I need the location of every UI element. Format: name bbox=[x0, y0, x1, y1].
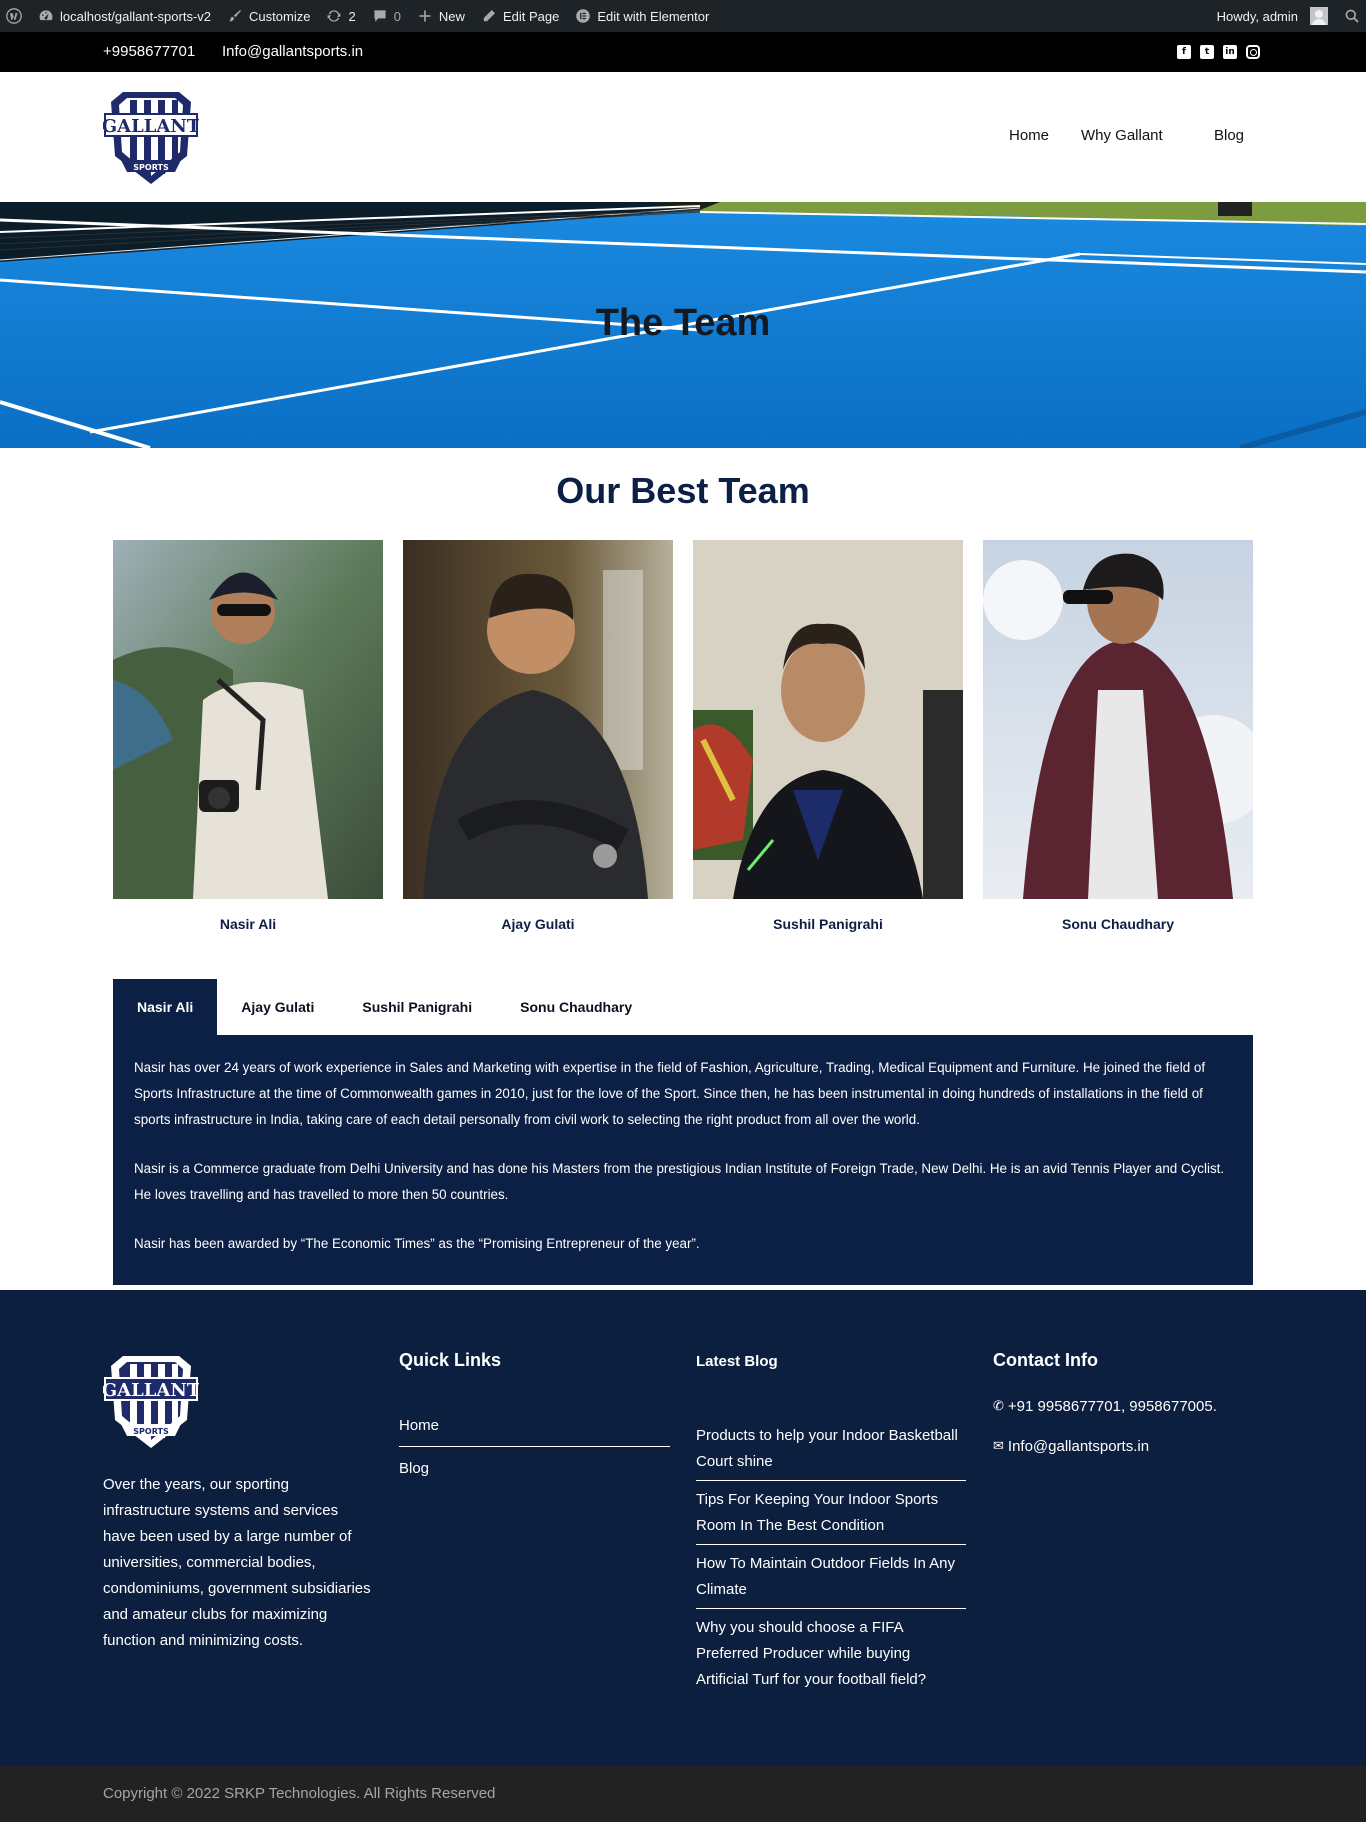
bio-paragraph: Nasir is a Commerce graduate from Delhi … bbox=[134, 1161, 1225, 1202]
linkedin-icon[interactable]: in bbox=[1223, 45, 1237, 59]
latest-blog-heading: Latest Blog bbox=[696, 1353, 778, 1370]
footer-email[interactable]: ✉ Info@gallantsports.in bbox=[993, 1438, 1253, 1455]
elementor-icon bbox=[575, 8, 591, 24]
wordpress-icon bbox=[6, 8, 22, 24]
search-icon bbox=[1344, 8, 1360, 24]
avatar bbox=[1310, 7, 1328, 25]
blog-post-link[interactable]: Products to help your Indoor Basketball … bbox=[696, 1417, 966, 1480]
social-links: f t in bbox=[1177, 45, 1260, 59]
footer-phone[interactable]: ✆ +91 9958677701, 9958677005. bbox=[993, 1398, 1253, 1415]
tab-nasir-ali[interactable]: Nasir Ali bbox=[113, 979, 218, 1035]
team-tabs: Nasir Ali Ajay Gulati Sushil Panigrahi S… bbox=[113, 979, 656, 1035]
blog-post-link[interactable]: Why you should choose a FIFA Preferred P… bbox=[696, 1609, 966, 1698]
team-photo-sushil-panigrahi bbox=[693, 540, 963, 899]
howdy-label: Howdy, admin bbox=[1216, 8, 1298, 24]
edit-page-link[interactable]: Edit Page bbox=[473, 0, 567, 32]
comments-count: 0 bbox=[393, 8, 401, 24]
phone-icon: ✆ bbox=[993, 1399, 1004, 1414]
updates-count: 2 bbox=[348, 8, 356, 24]
team-name-ajay-gulati: Ajay Gulati bbox=[501, 916, 575, 932]
topbar-email[interactable]: Info@gallantsports.in bbox=[222, 43, 363, 60]
footer-link-home[interactable]: Home bbox=[399, 1404, 670, 1446]
footer-logo[interactable]: GALLANT SPORTS bbox=[103, 1350, 199, 1452]
dashboard-icon bbox=[38, 8, 54, 24]
plus-icon bbox=[417, 8, 433, 24]
team-name-nasir-ali: Nasir Ali bbox=[219, 916, 277, 932]
team-photo-nasir-ali bbox=[113, 540, 383, 899]
updates-icon bbox=[326, 8, 342, 24]
blog-post-link[interactable]: How To Maintain Outdoor Fields In Any Cl… bbox=[696, 1545, 966, 1608]
edit-elementor-label: Edit with Elementor bbox=[597, 8, 710, 24]
bio-paragraph: Nasir has over 24 years of work experien… bbox=[134, 1060, 1206, 1127]
facebook-icon[interactable]: f bbox=[1177, 45, 1191, 59]
envelope-icon: ✉ bbox=[993, 1439, 1004, 1454]
comment-icon bbox=[372, 8, 388, 24]
twitter-icon[interactable]: t bbox=[1200, 45, 1214, 59]
site-name: localhost/gallant-sports-v2 bbox=[60, 8, 212, 24]
updates-link[interactable]: 2 bbox=[318, 0, 363, 32]
site-header: GALLANT SPORTS Home Why Gallant Blog bbox=[0, 72, 1366, 202]
comments-link[interactable]: 0 bbox=[364, 0, 409, 32]
logo-text: GALLANT bbox=[103, 116, 199, 137]
wordpress-menu[interactable] bbox=[0, 0, 30, 32]
team-photo-sonu-chaudhary bbox=[983, 540, 1253, 899]
team-name-sushil-panigrahi: Sushil Panigrahi bbox=[773, 916, 883, 932]
new-label: New bbox=[438, 8, 465, 24]
admin-bar: localhost/gallant-sports-v2 Customize 2 … bbox=[0, 0, 1366, 32]
nav-why-gallant[interactable]: Why Gallant bbox=[1081, 127, 1163, 144]
team-photo-ajay-gulati bbox=[403, 540, 673, 899]
copyright-bar: Copyright © 2022 SRKP Technologies. All … bbox=[0, 1766, 1366, 1822]
brush-icon bbox=[227, 8, 243, 24]
footer-logo-subtext: SPORTS bbox=[133, 1427, 169, 1436]
quick-links-heading: Quick Links bbox=[399, 1350, 502, 1370]
blog-post-link[interactable]: Tips For Keeping Your Indoor Sports Room… bbox=[696, 1481, 966, 1544]
site-footer: GALLANT SPORTS Over the years, our sport… bbox=[0, 1290, 1366, 1766]
contact-topbar: +9958677701 Info@gallantsports.in f t in bbox=[0, 32, 1366, 72]
admin-search[interactable] bbox=[1336, 0, 1366, 32]
account-menu[interactable]: Howdy, admin bbox=[1209, 0, 1336, 32]
hero-banner: The Team bbox=[0, 202, 1366, 448]
nav-home[interactable]: Home bbox=[1009, 127, 1049, 144]
tab-sonu-chaudhary[interactable]: Sonu Chaudhary bbox=[496, 979, 656, 1035]
team-name-sonu-chaudhary: Sonu Chaudhary bbox=[1061, 916, 1174, 932]
nav-blog[interactable]: Blog bbox=[1214, 127, 1244, 144]
site-name-link[interactable]: localhost/gallant-sports-v2 bbox=[30, 0, 219, 32]
footer-logo-text: GALLANT bbox=[103, 1380, 199, 1401]
customize-label: Customize bbox=[249, 8, 311, 24]
latest-blog-list: Products to help your Indoor Basketball … bbox=[696, 1417, 966, 1698]
new-content-link[interactable]: New bbox=[409, 0, 473, 32]
tab-panel-content: Nasir has over 24 years of work experien… bbox=[113, 1035, 1253, 1285]
quick-links-list: Home Blog bbox=[399, 1404, 670, 1489]
page-title: The Team bbox=[595, 302, 771, 344]
team-section-title: Our Best Team bbox=[556, 470, 810, 511]
edit-elementor-link[interactable]: Edit with Elementor bbox=[567, 0, 717, 32]
logo-subtext: SPORTS bbox=[133, 163, 169, 172]
pencil-icon bbox=[481, 8, 497, 24]
customize-link[interactable]: Customize bbox=[219, 0, 318, 32]
footer-link-blog[interactable]: Blog bbox=[399, 1447, 670, 1489]
tab-sushil-panigrahi[interactable]: Sushil Panigrahi bbox=[338, 979, 496, 1035]
topbar-phone[interactable]: +9958677701 bbox=[103, 43, 195, 60]
footer-about-text: Over the years, our sporting infrastruct… bbox=[103, 1476, 371, 1649]
instagram-icon[interactable] bbox=[1246, 45, 1260, 59]
bio-paragraph: Nasir has been awarded by “The Economic … bbox=[134, 1236, 700, 1251]
footer-phone-text: +91 9958677701, 9958677005. bbox=[1007, 1398, 1217, 1415]
contact-info-heading: Contact Info bbox=[993, 1350, 1098, 1370]
edit-page-label: Edit Page bbox=[502, 8, 560, 24]
gallant-logo[interactable]: GALLANT SPORTS bbox=[103, 86, 199, 188]
footer-email-text: Info@gallantsports.in bbox=[1007, 1438, 1150, 1455]
copyright-text: Copyright © 2022 SRKP Technologies. All … bbox=[103, 1785, 496, 1802]
tab-ajay-gulati[interactable]: Ajay Gulati bbox=[217, 979, 338, 1035]
